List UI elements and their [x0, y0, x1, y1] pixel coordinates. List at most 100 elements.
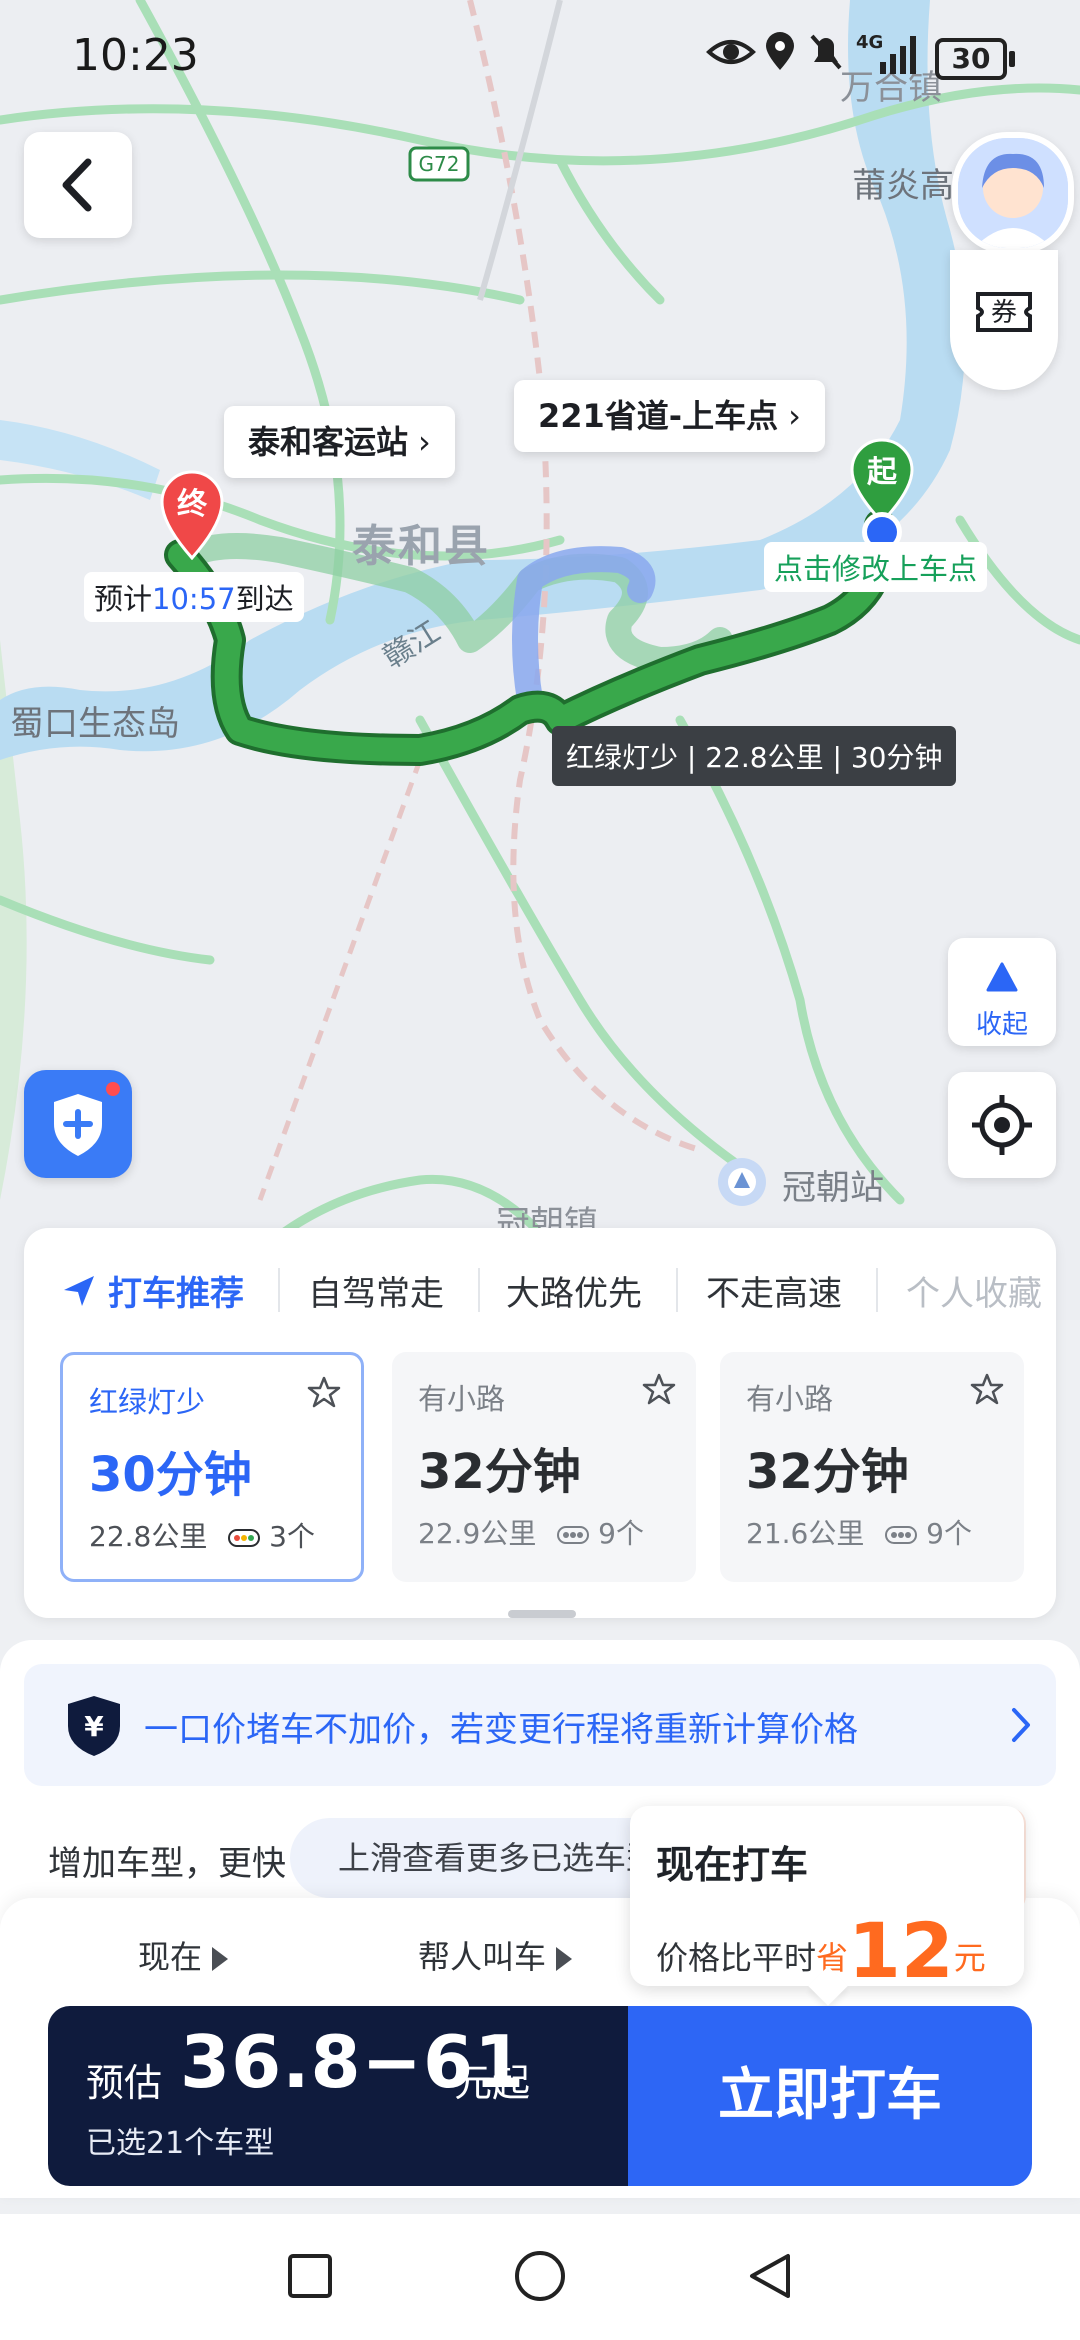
- promo-unit: 元: [953, 1939, 986, 1977]
- send-arrow-icon: [64, 1276, 94, 1306]
- yuan-shield-icon: ¥: [68, 1696, 120, 1756]
- crosshair-icon: [972, 1095, 1032, 1155]
- route-option-card[interactable]: 有小路 32分钟 21.6公里 9个: [720, 1352, 1024, 1582]
- tab-self-drive[interactable]: 自驾常走: [308, 1266, 444, 1315]
- call-for-others-label: 帮人叫车: [418, 1938, 547, 1976]
- promo-amount: 12: [848, 1906, 954, 1995]
- route-options-panel: 打车推荐 自驾常走 大路优先 不走高速 个人收藏 红绿灯少 30分钟 22.8公…: [24, 1228, 1056, 1618]
- end-marker-icon: 终: [160, 470, 224, 560]
- chevron-right-icon: ›: [418, 423, 431, 461]
- route-duration: 32分钟: [746, 1444, 909, 1500]
- route-distance: 21.6公里: [746, 1517, 865, 1550]
- locate-button[interactable]: [948, 1072, 1056, 1178]
- chevron-right-icon: ›: [788, 397, 801, 435]
- eta-label: 预计10:57到达: [84, 572, 304, 622]
- call-now-button[interactable]: 立即打车: [628, 2006, 1032, 2186]
- mute-bell-icon: [810, 34, 842, 70]
- tab-divider: [278, 1268, 280, 1312]
- notification-dot: [106, 1082, 120, 1096]
- eta-time: 10:57: [152, 582, 236, 616]
- ticket-icon: 券: [976, 292, 1032, 332]
- call-bar: 预估 36.8−61 元起 已选21个车型 立即打车: [48, 2006, 1032, 2186]
- chevron-right-icon: [1012, 1708, 1030, 1742]
- location-icon: [766, 32, 794, 70]
- triangle-right-icon: [556, 1947, 573, 1971]
- map-label-island: 蜀口生态岛: [10, 704, 180, 744]
- tab-divider: [676, 1268, 678, 1312]
- route-tag: 红绿灯少: [89, 1385, 206, 1419]
- star-icon[interactable]: [307, 1375, 341, 1409]
- route-distance: 22.8公里: [89, 1520, 208, 1553]
- departure-time-selector[interactable]: 现在: [138, 1932, 229, 1978]
- svg-text:¥: ¥: [84, 1710, 104, 1743]
- map-label-station: 冠朝站: [782, 1168, 884, 1208]
- pickup-name: 221省道-上车点: [538, 397, 779, 435]
- eye-icon: [706, 40, 756, 64]
- status-bar: 10:23 4G 30: [0, 0, 1080, 110]
- svg-text:G72: G72: [419, 152, 460, 176]
- recents-square-icon[interactable]: [282, 2248, 338, 2304]
- highway-shield: G72: [408, 146, 470, 182]
- traffic-light-icon: [557, 1526, 590, 1544]
- collapse-button[interactable]: 收起: [948, 938, 1056, 1046]
- route-option-card[interactable]: 有小路 32分钟 22.9公里 9个: [392, 1352, 696, 1582]
- selected-car-types: 已选21个车型: [86, 2126, 275, 2161]
- user-avatar[interactable]: [952, 132, 1074, 254]
- back-triangle-icon[interactable]: [742, 2248, 798, 2304]
- safety-center-button[interactable]: [24, 1070, 132, 1178]
- battery-indicator: 30: [935, 38, 1015, 80]
- promo-savings: 价格比平时省12元: [656, 1906, 986, 1995]
- pickup-callout[interactable]: 221省道-上车点 ›: [514, 380, 825, 452]
- route-option-card[interactable]: 红绿灯少 30分钟 22.8公里 3个: [60, 1352, 364, 1582]
- drag-handle[interactable]: [508, 1610, 576, 1618]
- eta-suffix: 到达: [235, 582, 294, 616]
- home-circle-icon[interactable]: [512, 2248, 568, 2304]
- signal-icon: [880, 36, 916, 74]
- svg-text:起: 起: [867, 455, 898, 490]
- star-icon[interactable]: [970, 1372, 1004, 1406]
- route-distance: 22.9公里: [418, 1517, 537, 1550]
- triangle-right-icon: [212, 1947, 229, 1971]
- tab-main-road[interactable]: 大路优先: [506, 1266, 642, 1315]
- route-duration: 30分钟: [89, 1447, 252, 1503]
- route-meta: 22.8公里 3个: [89, 1515, 315, 1555]
- start-marker-icon: 起: [850, 438, 914, 552]
- route-tag: 有小路: [418, 1382, 506, 1416]
- traffic-light-icon: [228, 1529, 261, 1547]
- fare-estimate[interactable]: 预估 36.8−61 元起 已选21个车型: [48, 2006, 628, 2186]
- system-nav-bar: [0, 2214, 1080, 2340]
- promo-prefix: 价格比平时: [656, 1939, 817, 1977]
- destination-name: 泰和客运站: [248, 423, 409, 461]
- coupon-button[interactable]: 券: [950, 250, 1058, 390]
- avatar-icon: [958, 138, 1068, 248]
- add-car-types-text[interactable]: 增加车型，更快: [48, 1836, 286, 1885]
- destination-callout[interactable]: 泰和客运站 ›: [224, 406, 455, 478]
- traffic-light-icon: [885, 1526, 918, 1544]
- triangle-up-icon: [986, 962, 1018, 992]
- map-view[interactable]: G72 万合镇 莆炎高 泰和县 赣江 蜀口生态岛 冠朝站 冠朝镇: [0, 0, 1080, 1320]
- route-strategy-tabs: 打车推荐 自驾常走 大路优先 不走高速 个人收藏: [24, 1228, 1056, 1352]
- call-for-others-selector[interactable]: 帮人叫车: [418, 1932, 573, 1978]
- traffic-light-count: 3个: [269, 1520, 315, 1553]
- fixed-price-banner[interactable]: ¥ 一口价堵车不加价，若变更行程将重新计算价格: [24, 1664, 1056, 1786]
- back-button[interactable]: [24, 132, 132, 238]
- route-info-label: 红绿灯少 | 22.8公里 | 30分钟: [552, 726, 957, 786]
- traffic-light-count: 9个: [598, 1517, 644, 1550]
- tab-ride-recommend[interactable]: 打车推荐: [108, 1266, 244, 1315]
- fare-suffix: 元起: [454, 2061, 531, 2105]
- star-icon[interactable]: [642, 1372, 676, 1406]
- departure-time-label: 现在: [138, 1938, 203, 1976]
- fixed-price-text: 一口价堵车不加价，若变更行程将重新计算价格: [144, 1710, 858, 1750]
- tab-personal-favorites[interactable]: 个人收藏: [906, 1266, 1046, 1315]
- traffic-light-count: 9个: [926, 1517, 972, 1550]
- fare-prefix: 预估: [86, 2061, 163, 2105]
- promo-tooltip: 现在打车 价格比平时省12元: [630, 1806, 1024, 1995]
- scroll-up-hint: 上滑查看更多已选车型: [290, 1818, 670, 1898]
- change-pickup-link[interactable]: 点击修改上车点: [764, 542, 988, 592]
- tab-divider: [478, 1268, 480, 1312]
- tab-no-highway[interactable]: 不走高速: [706, 1266, 842, 1315]
- tab-divider: [876, 1268, 878, 1312]
- collapse-label: 收起: [975, 1010, 1028, 1040]
- promo-save-word: 省: [816, 1939, 849, 1977]
- svg-text:券: 券: [991, 298, 1017, 328]
